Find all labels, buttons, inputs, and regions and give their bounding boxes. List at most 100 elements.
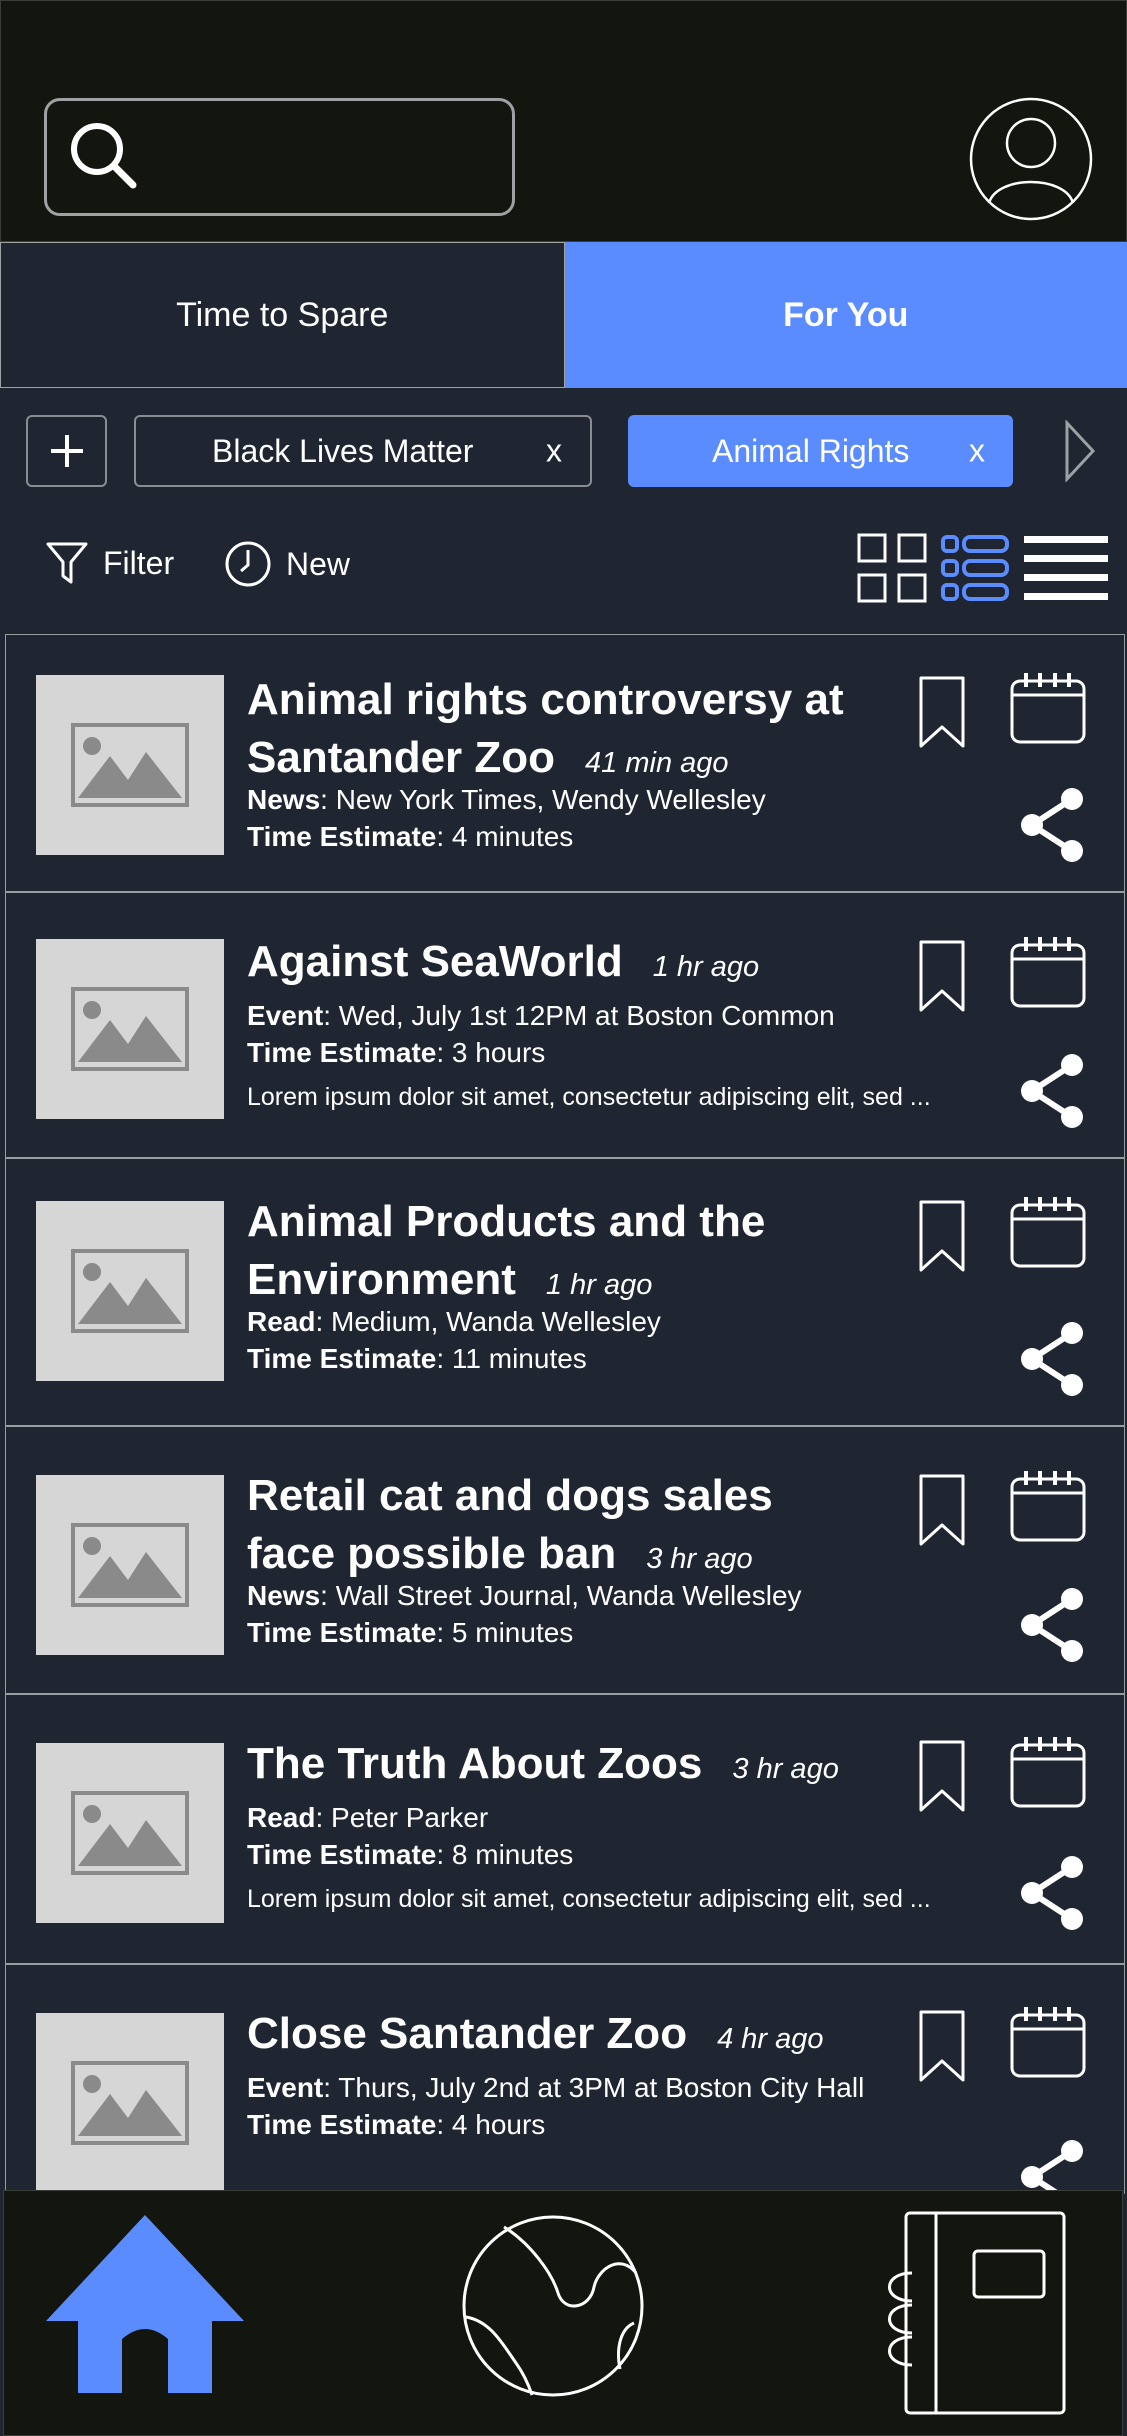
add-topic-button[interactable] bbox=[26, 415, 107, 487]
calendar-icon[interactable] bbox=[1009, 671, 1087, 745]
feed-item[interactable]: Animal Products and the Environment 1 hr … bbox=[5, 1158, 1125, 1426]
share-icon[interactable] bbox=[1016, 1853, 1088, 1933]
time-ago: 3 hr ago bbox=[732, 1753, 839, 1785]
bookmark-icon[interactable] bbox=[918, 675, 966, 749]
source-value: : Medium, Wanda Wellesley bbox=[315, 1306, 661, 1337]
feed-item[interactable]: Animal rights controversy at Santander Z… bbox=[5, 634, 1125, 892]
compact-list-icon[interactable] bbox=[1022, 533, 1110, 603]
estimate-value: : 4 minutes bbox=[436, 821, 574, 852]
time-ago: 1 hr ago bbox=[652, 951, 760, 983]
image-placeholder-icon bbox=[36, 1743, 224, 1923]
bookmark-icon[interactable] bbox=[918, 1739, 966, 1813]
source-value: : Wall Street Journal, Wanda Wellesley bbox=[320, 1580, 802, 1611]
calendar-icon[interactable] bbox=[1009, 2005, 1087, 2079]
tab-label: Time to Spare bbox=[176, 295, 389, 334]
calendar-icon[interactable] bbox=[1009, 1195, 1087, 1269]
top-bar bbox=[0, 0, 1127, 242]
plus-icon bbox=[50, 435, 83, 467]
item-title[interactable]: Animal rights controversy at Santander Z… bbox=[247, 671, 887, 792]
share-icon[interactable] bbox=[1016, 785, 1088, 865]
estimate-key: Time Estimate bbox=[247, 1839, 437, 1870]
item-title[interactable]: Retail cat and dogs sales face possible … bbox=[247, 1467, 887, 1588]
item-source: Event: Wed, July 1st 12PM at Boston Comm… bbox=[247, 997, 977, 1034]
calendar-icon[interactable] bbox=[1009, 1735, 1087, 1809]
tab-bar: Time to Spare For You bbox=[0, 242, 1127, 388]
source-value: : Peter Parker bbox=[315, 1802, 489, 1833]
estimate-value: : 5 minutes bbox=[436, 1617, 574, 1648]
source-key: Event bbox=[247, 1000, 324, 1031]
item-title[interactable]: Animal Products and the Environment 1 hr … bbox=[247, 1193, 887, 1314]
user-avatar-icon[interactable] bbox=[969, 97, 1093, 221]
calendar-icon[interactable] bbox=[1009, 935, 1087, 1009]
topic-chip-black-lives-matter[interactable]: Black Lives Matter x bbox=[134, 415, 592, 487]
home-icon[interactable] bbox=[42, 2211, 248, 2397]
search-icon bbox=[71, 123, 137, 189]
share-icon[interactable] bbox=[1016, 2137, 1088, 2194]
item-title[interactable]: Close Santander Zoo 4 hr ago bbox=[247, 2005, 947, 2068]
title-line: Santander Zoo bbox=[247, 733, 556, 782]
estimate-key: Time Estimate bbox=[247, 1037, 437, 1068]
filter-button[interactable]: Filter bbox=[45, 540, 174, 586]
item-title[interactable]: Against SeaWorld 1 hr ago bbox=[247, 933, 947, 996]
estimate-value: : 8 minutes bbox=[436, 1839, 574, 1870]
chip-label: Animal Rights bbox=[712, 432, 910, 469]
tab-time-to-spare[interactable]: Time to Spare bbox=[0, 242, 565, 388]
item-source: News: New York Times, Wendy Wellesley bbox=[247, 781, 977, 818]
grid-view-icon[interactable] bbox=[856, 532, 928, 604]
view-mode-switcher bbox=[856, 532, 1110, 604]
title-line: Close Santander Zoo bbox=[247, 2009, 688, 2058]
item-description: Lorem ipsum dolor sit amet, consectetur … bbox=[247, 1885, 931, 1913]
item-source: Event: Thurs, July 2nd at 3PM at Boston … bbox=[247, 2069, 977, 2106]
title-line: Environment bbox=[247, 1255, 516, 1304]
remove-chip-button[interactable]: x bbox=[969, 433, 985, 470]
source-key: Event bbox=[247, 2072, 324, 2103]
item-time-estimate: Time Estimate: 4 minutes bbox=[247, 818, 977, 855]
bottom-navigation bbox=[3, 2190, 1123, 2436]
filter-icon bbox=[46, 542, 88, 584]
estimate-value: : 4 hours bbox=[436, 2109, 546, 2140]
topic-chip-animal-rights[interactable]: Animal Rights x bbox=[628, 415, 1013, 487]
image-placeholder-icon bbox=[36, 2013, 224, 2193]
notebook-icon[interactable] bbox=[876, 2209, 1068, 2417]
item-time-estimate: Time Estimate: 4 hours bbox=[247, 2106, 977, 2143]
time-ago: 4 hr ago bbox=[717, 2023, 824, 2055]
time-ago: 1 hr ago bbox=[545, 1269, 653, 1301]
share-icon[interactable] bbox=[1016, 1319, 1088, 1399]
bookmark-icon[interactable] bbox=[918, 1473, 966, 1547]
feed-item[interactable]: Retail cat and dogs sales face possible … bbox=[5, 1426, 1125, 1694]
item-time-estimate: Time Estimate: 8 minutes bbox=[247, 1836, 977, 1873]
feed-item[interactable]: The Truth About Zoos 3 hr ago Read: Peter… bbox=[5, 1694, 1125, 1964]
globe-icon[interactable] bbox=[460, 2213, 646, 2399]
title-line: The Truth About Zoos bbox=[247, 1739, 703, 1788]
title-line: Against SeaWorld bbox=[247, 937, 623, 986]
share-icon[interactable] bbox=[1016, 1585, 1088, 1665]
source-key: Read bbox=[247, 1306, 316, 1337]
bookmark-icon[interactable] bbox=[918, 2009, 966, 2083]
item-description: Lorem ipsum dolor sit amet, consectetur … bbox=[247, 1083, 931, 1111]
feed-item[interactable]: Close Santander Zoo 4 hr ago Event: Thurs… bbox=[5, 1964, 1125, 2194]
bookmark-icon[interactable] bbox=[918, 1199, 966, 1273]
share-icon[interactable] bbox=[1016, 1051, 1088, 1131]
estimate-value: : 11 minutes bbox=[436, 1343, 587, 1374]
list-view-icon[interactable] bbox=[940, 533, 1010, 603]
calendar-icon[interactable] bbox=[1009, 1469, 1087, 1543]
estimate-key: Time Estimate bbox=[247, 1617, 437, 1648]
filter-label: Filter bbox=[103, 544, 175, 581]
source-key: Read bbox=[247, 1802, 316, 1833]
source-value: : New York Times, Wendy Wellesley bbox=[320, 784, 766, 815]
tab-for-you[interactable]: For You bbox=[564, 242, 1127, 388]
list-toolbar: Filter New bbox=[0, 510, 1127, 630]
sort-new-button[interactable]: New bbox=[224, 540, 350, 588]
chevron-right-icon[interactable] bbox=[1064, 420, 1096, 482]
search-input[interactable] bbox=[44, 98, 515, 216]
clock-icon bbox=[225, 541, 271, 587]
bookmark-icon[interactable] bbox=[918, 939, 966, 1013]
remove-chip-button[interactable]: x bbox=[546, 433, 562, 470]
image-placeholder-icon bbox=[36, 1475, 224, 1655]
estimate-key: Time Estimate bbox=[247, 821, 437, 852]
chip-label: Black Lives Matter bbox=[212, 432, 474, 469]
source-key: News bbox=[247, 1580, 321, 1611]
item-time-estimate: Time Estimate: 5 minutes bbox=[247, 1614, 977, 1651]
feed-item[interactable]: Against SeaWorld 1 hr ago Event: Wed, Jul… bbox=[5, 892, 1125, 1158]
item-title[interactable]: The Truth About Zoos 3 hr ago bbox=[247, 1735, 947, 1798]
